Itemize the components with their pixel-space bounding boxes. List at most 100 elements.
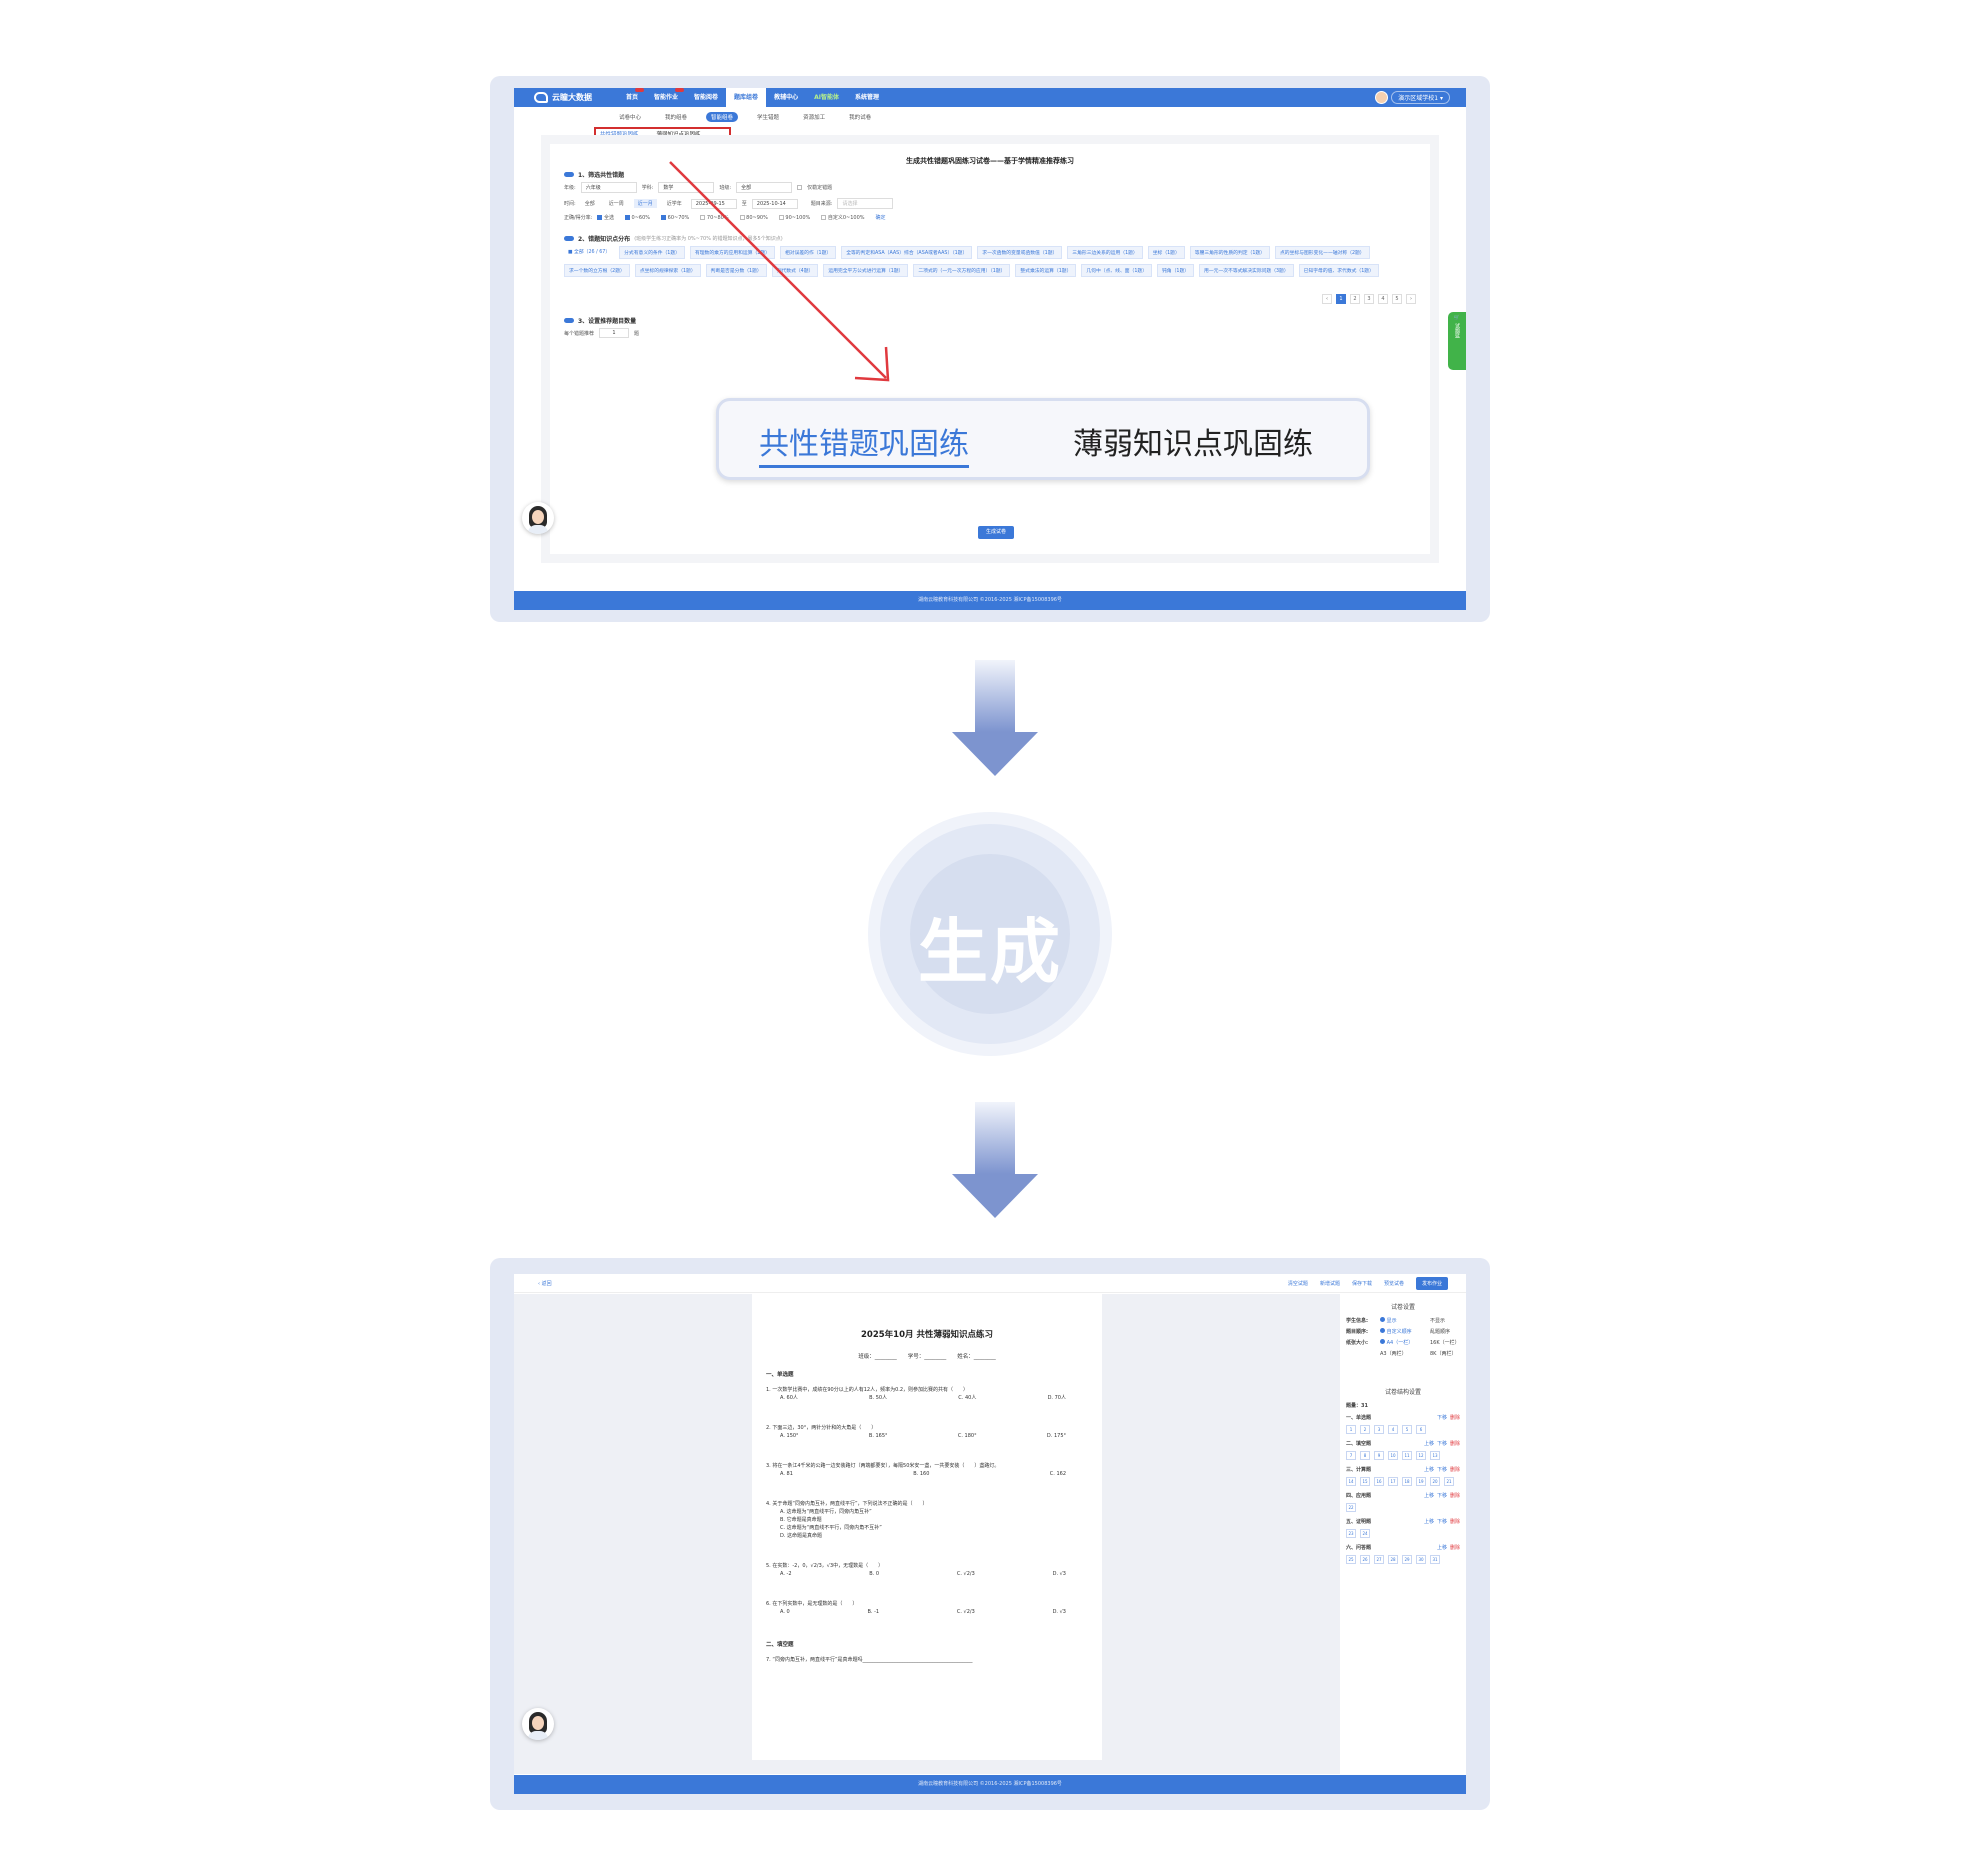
question-stem: 4. 关于命题“同旁内角互补，两直线平行”，下列说法不正确的是（ ） (766, 1501, 928, 1507)
question-number[interactable]: 30 (1416, 1555, 1426, 1564)
question-number[interactable]: 13 (1430, 1451, 1440, 1460)
question-numbers: 14 15 16 17 18 19 20 21 (1346, 1477, 1460, 1486)
option: A. 60人 (780, 1395, 798, 1401)
group-op[interactable]: 下移 (1437, 1467, 1447, 1473)
question-number[interactable]: 15 (1360, 1477, 1370, 1486)
group-op[interactable]: 删除 (1450, 1519, 1460, 1525)
question-numbers: 23 24 (1346, 1529, 1460, 1538)
group-op[interactable]: 删除 (1450, 1467, 1460, 1473)
setting-option[interactable]: 自定义顺序 (1380, 1328, 1426, 1335)
radio-selected-icon (1380, 1339, 1385, 1344)
question-number[interactable]: 8 (1360, 1451, 1370, 1460)
group-name: 六、问答题 (1346, 1545, 1372, 1551)
option: A. -2 (780, 1571, 792, 1577)
toolbar-action[interactable]: 预览试卷 (1384, 1280, 1404, 1287)
question-number[interactable]: 25 (1346, 1555, 1356, 1564)
question-number[interactable]: 20 (1430, 1477, 1440, 1486)
question-number[interactable]: 22 (1346, 1503, 1356, 1512)
question-number[interactable]: 6 (1416, 1425, 1426, 1434)
question-number[interactable]: 4 (1388, 1425, 1398, 1434)
question-stem: 7. “同旁内角互补，两直线平行”是真命题吗__________________… (766, 1657, 973, 1663)
group-op[interactable]: 删除 (1450, 1441, 1460, 1447)
question-options: A. 81 B. 160 C. 162 (766, 1470, 1086, 1478)
option: A. 81 (780, 1471, 793, 1477)
group-header: 五、证明题 上移 下移 删除 (1346, 1518, 1460, 1525)
zoom-tab-common-errors: 共性错题巩固练 (759, 419, 969, 468)
setting-option[interactable]: 不显示 (1430, 1317, 1445, 1324)
question-number[interactable]: 5 (1402, 1425, 1412, 1434)
setting-option[interactable]: 16K（一栏） (1430, 1339, 1460, 1346)
question-number[interactable]: 29 (1402, 1555, 1412, 1564)
question-item: 4. 关于命题“同旁内角互补，两直线平行”，下列说法不正确的是（ ） A. 这命题… (766, 1500, 1086, 1540)
question-number[interactable]: 11 (1402, 1451, 1412, 1460)
group-op[interactable]: 删除 (1450, 1415, 1460, 1421)
question-item: 3. 将在一条江4千米的公路一边安装路灯（两端都要安），每隔50米安一盏，一共要… (766, 1462, 1086, 1478)
footer: 湖南云瞳教育科技有限公司 ©2016-2025 湘ICP备15008396号 (514, 1775, 1466, 1794)
setting-option[interactable]: A4（一栏） (1380, 1339, 1426, 1346)
group-op[interactable]: 下移 (1437, 1441, 1447, 1447)
question-number[interactable]: 26 (1360, 1555, 1370, 1564)
option: A. 150° (780, 1433, 799, 1439)
question-number[interactable]: 28 (1388, 1555, 1398, 1564)
group-op[interactable]: 上移 (1437, 1545, 1447, 1551)
group-ops: 下移 删除 (1434, 1414, 1460, 1421)
toolbar-action[interactable]: 新增试题 (1320, 1280, 1340, 1287)
group-op[interactable]: 下移 (1437, 1493, 1447, 1499)
question-number[interactable]: 2 (1360, 1425, 1370, 1434)
question-number[interactable]: 21 (1444, 1477, 1454, 1486)
group-op[interactable]: 上移 (1424, 1441, 1434, 1447)
question-number[interactable]: 27 (1374, 1555, 1384, 1564)
question-number[interactable]: 24 (1360, 1529, 1370, 1538)
option: D. √3 (1052, 1571, 1066, 1577)
group-ops: 上移 下移 删除 (1421, 1466, 1460, 1473)
setting-label: 学生信息: (1346, 1318, 1368, 1324)
question-stem: 6. 在下列实数中，是无理数的是（ ） (766, 1601, 858, 1607)
toolbar-action[interactable]: 清空试题 (1288, 1280, 1308, 1287)
setting-option[interactable]: 乱题顺序 (1430, 1328, 1450, 1335)
question-options: A. 0 B. -1 C. √2/3 D. √3 (766, 1608, 1086, 1616)
group-ops: 上移 删除 (1434, 1544, 1460, 1551)
question-number[interactable]: 9 (1374, 1451, 1384, 1460)
question-number[interactable]: 10 (1388, 1451, 1398, 1460)
option: C. 这命题为“两直线不平行，同旁内角不互补” (780, 1525, 882, 1531)
question-item: 1. 一次数学比赛中，成绩在90分以上的人有12人，频率为0.2，则参加比赛的共… (766, 1386, 1086, 1402)
group-name: 一、单选题 (1346, 1415, 1372, 1421)
group-op[interactable]: 删除 (1450, 1493, 1460, 1499)
setting-label: 题目顺序: (1346, 1329, 1368, 1335)
publish-button[interactable]: 发布作业 (1415, 1277, 1448, 1290)
group-op[interactable]: 下移 (1437, 1415, 1447, 1421)
back-link[interactable]: ‹ 返回 (538, 1280, 552, 1287)
group-op[interactable]: 下移 (1437, 1519, 1447, 1525)
group-op[interactable]: 上移 (1424, 1493, 1434, 1499)
question-stem: 3. 将在一条江4千米的公路一边安装路灯（两端都要安），每隔50米安一盏，一共要… (766, 1463, 1000, 1469)
setting-option[interactable]: A3（两栏） (1380, 1350, 1426, 1357)
question-number[interactable]: 19 (1416, 1477, 1426, 1486)
question-number[interactable]: 16 (1374, 1477, 1384, 1486)
toolbar-action[interactable]: 保存下载 (1352, 1280, 1372, 1287)
radio-selected-icon (1380, 1328, 1385, 1333)
setting-option[interactable]: 8K（两栏） (1430, 1350, 1456, 1357)
group-op[interactable]: 上移 (1424, 1519, 1434, 1525)
assistant-avatar[interactable] (522, 1708, 554, 1740)
question-total: 题量：31 (1346, 1403, 1368, 1409)
setting-row: 纸张大小: A4（一栏） 16K（一栏） (1340, 1337, 1466, 1348)
question-number[interactable]: 1 (1346, 1425, 1356, 1434)
question-number[interactable]: 14 (1346, 1477, 1356, 1486)
question-number[interactable]: 23 (1346, 1529, 1356, 1538)
question-number[interactable]: 31 (1430, 1555, 1440, 1564)
down-arrow-icon (952, 1102, 1038, 1218)
question-number[interactable]: 12 (1416, 1451, 1426, 1460)
setting-option[interactable]: 显示 (1380, 1317, 1426, 1324)
paper-preview-screen: ‹ 返回 清空试题 新增试题 保存下载 预览试卷 发布作业 2025年10月 共性薄弱知… (514, 1274, 1466, 1794)
group-op[interactable]: 上移 (1424, 1467, 1434, 1473)
question-number[interactable]: 3 (1374, 1425, 1384, 1434)
question-number[interactable]: 17 (1388, 1477, 1398, 1486)
question-number[interactable]: 18 (1402, 1477, 1412, 1486)
question-number[interactable]: 7 (1346, 1451, 1356, 1460)
option: B. 160 (913, 1471, 930, 1477)
group-op[interactable]: 删除 (1450, 1545, 1460, 1551)
option: D. 175° (1046, 1433, 1066, 1439)
toolbar-actions: 清空试题 新增试题 保存下载 预览试卷 发布作业 (1288, 1277, 1448, 1290)
question-stem: 1. 一次数学比赛中，成绩在90分以上的人有12人，频率为0.2，则参加比赛的共… (766, 1387, 969, 1393)
group-ops: 上移 下移 删除 (1421, 1518, 1460, 1525)
